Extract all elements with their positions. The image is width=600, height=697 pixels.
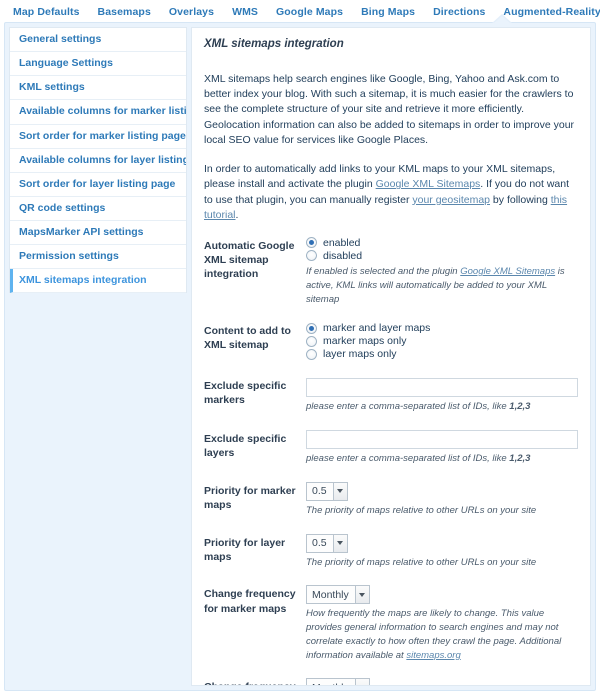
radio-label[interactable]: disabled (323, 250, 362, 262)
input-exclude-specific-layers[interactable] (306, 430, 578, 450)
radio-button-disabled[interactable] (306, 250, 317, 262)
radio-option-enabled[interactable]: enabled (306, 237, 578, 249)
radio-option-marker-maps-only[interactable]: marker maps only (306, 335, 578, 347)
sidebar-item-permission-settings[interactable]: Permission settings (10, 245, 186, 270)
select-value: 0.5 (312, 485, 327, 498)
select-value: 0.5 (312, 537, 327, 550)
radio-label[interactable]: marker maps only (323, 335, 406, 347)
row-field-automatic-google-xml-sitemap-integration: enabled disabled If enabled is selected an… (306, 237, 578, 306)
help-text-priority-for-marker-maps: The priority of maps relative to other U… (306, 504, 537, 516)
form-row-change-frequency-for-layer-maps: Change frequency for layer mapsMonthlyHo… (204, 678, 578, 685)
sidebar-item-sort-order-for-layer-listing-page[interactable]: Sort order for layer listing page (10, 173, 186, 197)
form-row-priority-for-marker-maps: Priority for marker maps 0.5 The priority … (204, 481, 578, 518)
row-field-change-frequency-for-marker-maps: Monthly How frequently the maps are likel… (306, 585, 578, 662)
chevron-down-icon[interactable] (332, 482, 347, 500)
select-priority-for-layer-maps[interactable]: 0.5 (306, 533, 348, 553)
secondary-paragraph: In order to automatically add links to y… (204, 163, 570, 221)
chevron-down-icon[interactable] (354, 586, 369, 604)
row-field-change-frequency-for-layer-maps: MonthlyHow frequently the maps are likel… (306, 678, 578, 685)
select-value: Monthly (307, 679, 355, 685)
select-change-frequency-for-layer-maps[interactable]: Monthly (306, 678, 370, 685)
sidebar-item-available-columns-for-layer-listing-page[interactable]: Available columns for layer listing page (10, 149, 186, 173)
form-row-change-frequency-for-marker-maps: Change frequency for marker maps Monthly H… (204, 585, 578, 662)
help-link-change-frequency-for-marker-maps[interactable]: sitemaps.org (406, 650, 460, 661)
radio-label[interactable]: enabled (323, 237, 360, 249)
chevron-down-icon[interactable] (332, 534, 347, 552)
input-exclude-specific-markers[interactable] (306, 377, 578, 397)
radio-button-enabled[interactable] (306, 237, 317, 249)
form-row-content-to-add-to-xml-sitemap: Content to add to XML sitemap marker and … (204, 322, 578, 361)
radio-button-marker-and-layer-maps[interactable] (306, 322, 317, 334)
page-title: XML sitemaps integration (204, 38, 344, 50)
help-emphasis: 1,2,3 (509, 400, 531, 412)
tab-bing-maps[interactable]: Bing Maps (352, 4, 424, 20)
radio-label[interactable]: marker and layer maps (323, 322, 430, 334)
form-row-automatic-google-xml-sitemap-integration: Automatic Google XML sitemap integration… (204, 237, 578, 306)
chevron-down-icon[interactable] (354, 679, 369, 685)
row-field-priority-for-marker-maps: 0.5 The priority of maps relative to othe… (306, 481, 578, 518)
row-label-exclude-specific-markers: Exclude specific markers (204, 380, 287, 407)
select-value: Monthly (312, 588, 349, 601)
row-label-change-frequency-for-layer-maps: Change frequency for layer maps (204, 678, 306, 685)
row-label-priority-for-layer-maps: Priority for layer maps (204, 536, 286, 563)
active-tab-caret-inner (493, 16, 511, 24)
row-label-automatic-google-xml-sitemap-integration: Automatic Google XML sitemap integration (204, 239, 295, 281)
row-label-change-frequency-for-marker-maps: Change frequency for marker maps (204, 588, 296, 615)
radio-button-marker-maps-only[interactable] (306, 335, 317, 347)
help-text-exclude-specific-layers: please enter a comma-separated list of I… (306, 453, 531, 465)
help-text-priority-for-layer-maps: The priority of maps relative to other U… (306, 556, 537, 568)
row-label-priority-for-marker-maps: Priority for marker maps (204, 484, 296, 511)
sidebar-item-language-settings[interactable]: Language Settings (10, 52, 186, 77)
form-row-exclude-specific-layers: Exclude specific layers please enter a co… (204, 430, 578, 466)
settings-content: XML sitemaps integration XML sitemaps he… (191, 27, 591, 686)
geositemap-link[interactable]: your geositemap (412, 194, 490, 206)
settings-sidebar: General settings Language Settings KML set… (9, 27, 187, 294)
row-field-priority-for-layer-maps: 0.5 The priority of maps relative to othe… (306, 533, 578, 570)
sidebar-item-general-settings[interactable]: General settings (10, 28, 186, 53)
sidebar-item-available-columns-for-marker-listing-page[interactable]: Available columns for marker listing pag… (10, 100, 186, 125)
google-xml-sitemaps-link[interactable]: Google XML Sitemaps (376, 178, 481, 190)
form-row-exclude-specific-markers: Exclude specific markers please enter a c… (204, 377, 578, 413)
radio-button-layer-maps-only[interactable] (306, 348, 317, 360)
help-text-automatic-google-xml-sitemap-integration: If enabled is selected and the plugin Go… (306, 265, 565, 305)
sidebar-item-mapsmarker-api-settings[interactable]: MapsMarker API settings (10, 221, 186, 246)
row-field-content-to-add-to-xml-sitemap: marker and layer maps marker maps only lay… (306, 322, 578, 361)
sidebar-item-qr-code-settings[interactable]: QR code settings (10, 197, 186, 221)
row-field-exclude-specific-markers: please enter a comma-separated list of I… (306, 377, 578, 413)
row-label-content-to-add-to-xml-sitemap: Content to add to XML sitemap (204, 325, 291, 352)
tab-overlays[interactable]: Overlays (160, 4, 223, 20)
tab-google-maps[interactable]: Google Maps (267, 4, 352, 20)
sidebar-item-xml-sitemaps-integration[interactable]: XML sitemaps integration (10, 269, 186, 294)
sidebar-item-kml-settings[interactable]: KML settings (10, 76, 186, 101)
settings-form: Automatic Google XML sitemap integration… (204, 237, 578, 685)
tab-map-defaults[interactable]: Map Defaults (4, 4, 89, 20)
select-priority-for-marker-maps[interactable]: 0.5 (306, 481, 348, 501)
help-emphasis: 1,2,3 (509, 453, 531, 465)
tab-wms[interactable]: WMS (223, 4, 267, 20)
row-field-exclude-specific-layers: please enter a comma-separated list of I… (306, 430, 578, 466)
tab-basemaps[interactable]: Basemaps (89, 4, 160, 20)
radio-option-marker-and-layer-maps[interactable]: marker and layer maps (306, 322, 578, 334)
tab-directions[interactable]: Directions (424, 4, 494, 20)
form-row-priority-for-layer-maps: Priority for layer maps 0.5 The priority o… (204, 533, 578, 570)
tutorial-link[interactable]: this tutorial (204, 194, 567, 221)
settings-page: Map Defaults Basemaps Overlays WMS Google Ma… (0, 0, 600, 697)
sidebar-item-sort-order-for-marker-listing-page[interactable]: Sort order for marker listing page (10, 125, 186, 149)
radio-label[interactable]: layer maps only (323, 348, 397, 360)
help-link-automatic-google-xml-sitemap-integration[interactable]: Google XML Sitemaps (460, 266, 555, 277)
select-change-frequency-for-marker-maps[interactable]: Monthly (306, 585, 370, 605)
intro-paragraph: XML sitemaps help search engines like Go… (204, 73, 575, 146)
settings-panel: General settings Language Settings KML set… (4, 14, 596, 691)
row-label-exclude-specific-layers: Exclude specific layers (204, 432, 287, 459)
help-text-change-frequency-for-marker-maps: How frequently the maps are likely to ch… (306, 608, 562, 661)
help-text-exclude-specific-markers: please enter a comma-separated list of I… (306, 400, 531, 412)
radio-option-layer-maps-only[interactable]: layer maps only (306, 348, 578, 360)
radio-option-disabled[interactable]: disabled (306, 250, 578, 262)
